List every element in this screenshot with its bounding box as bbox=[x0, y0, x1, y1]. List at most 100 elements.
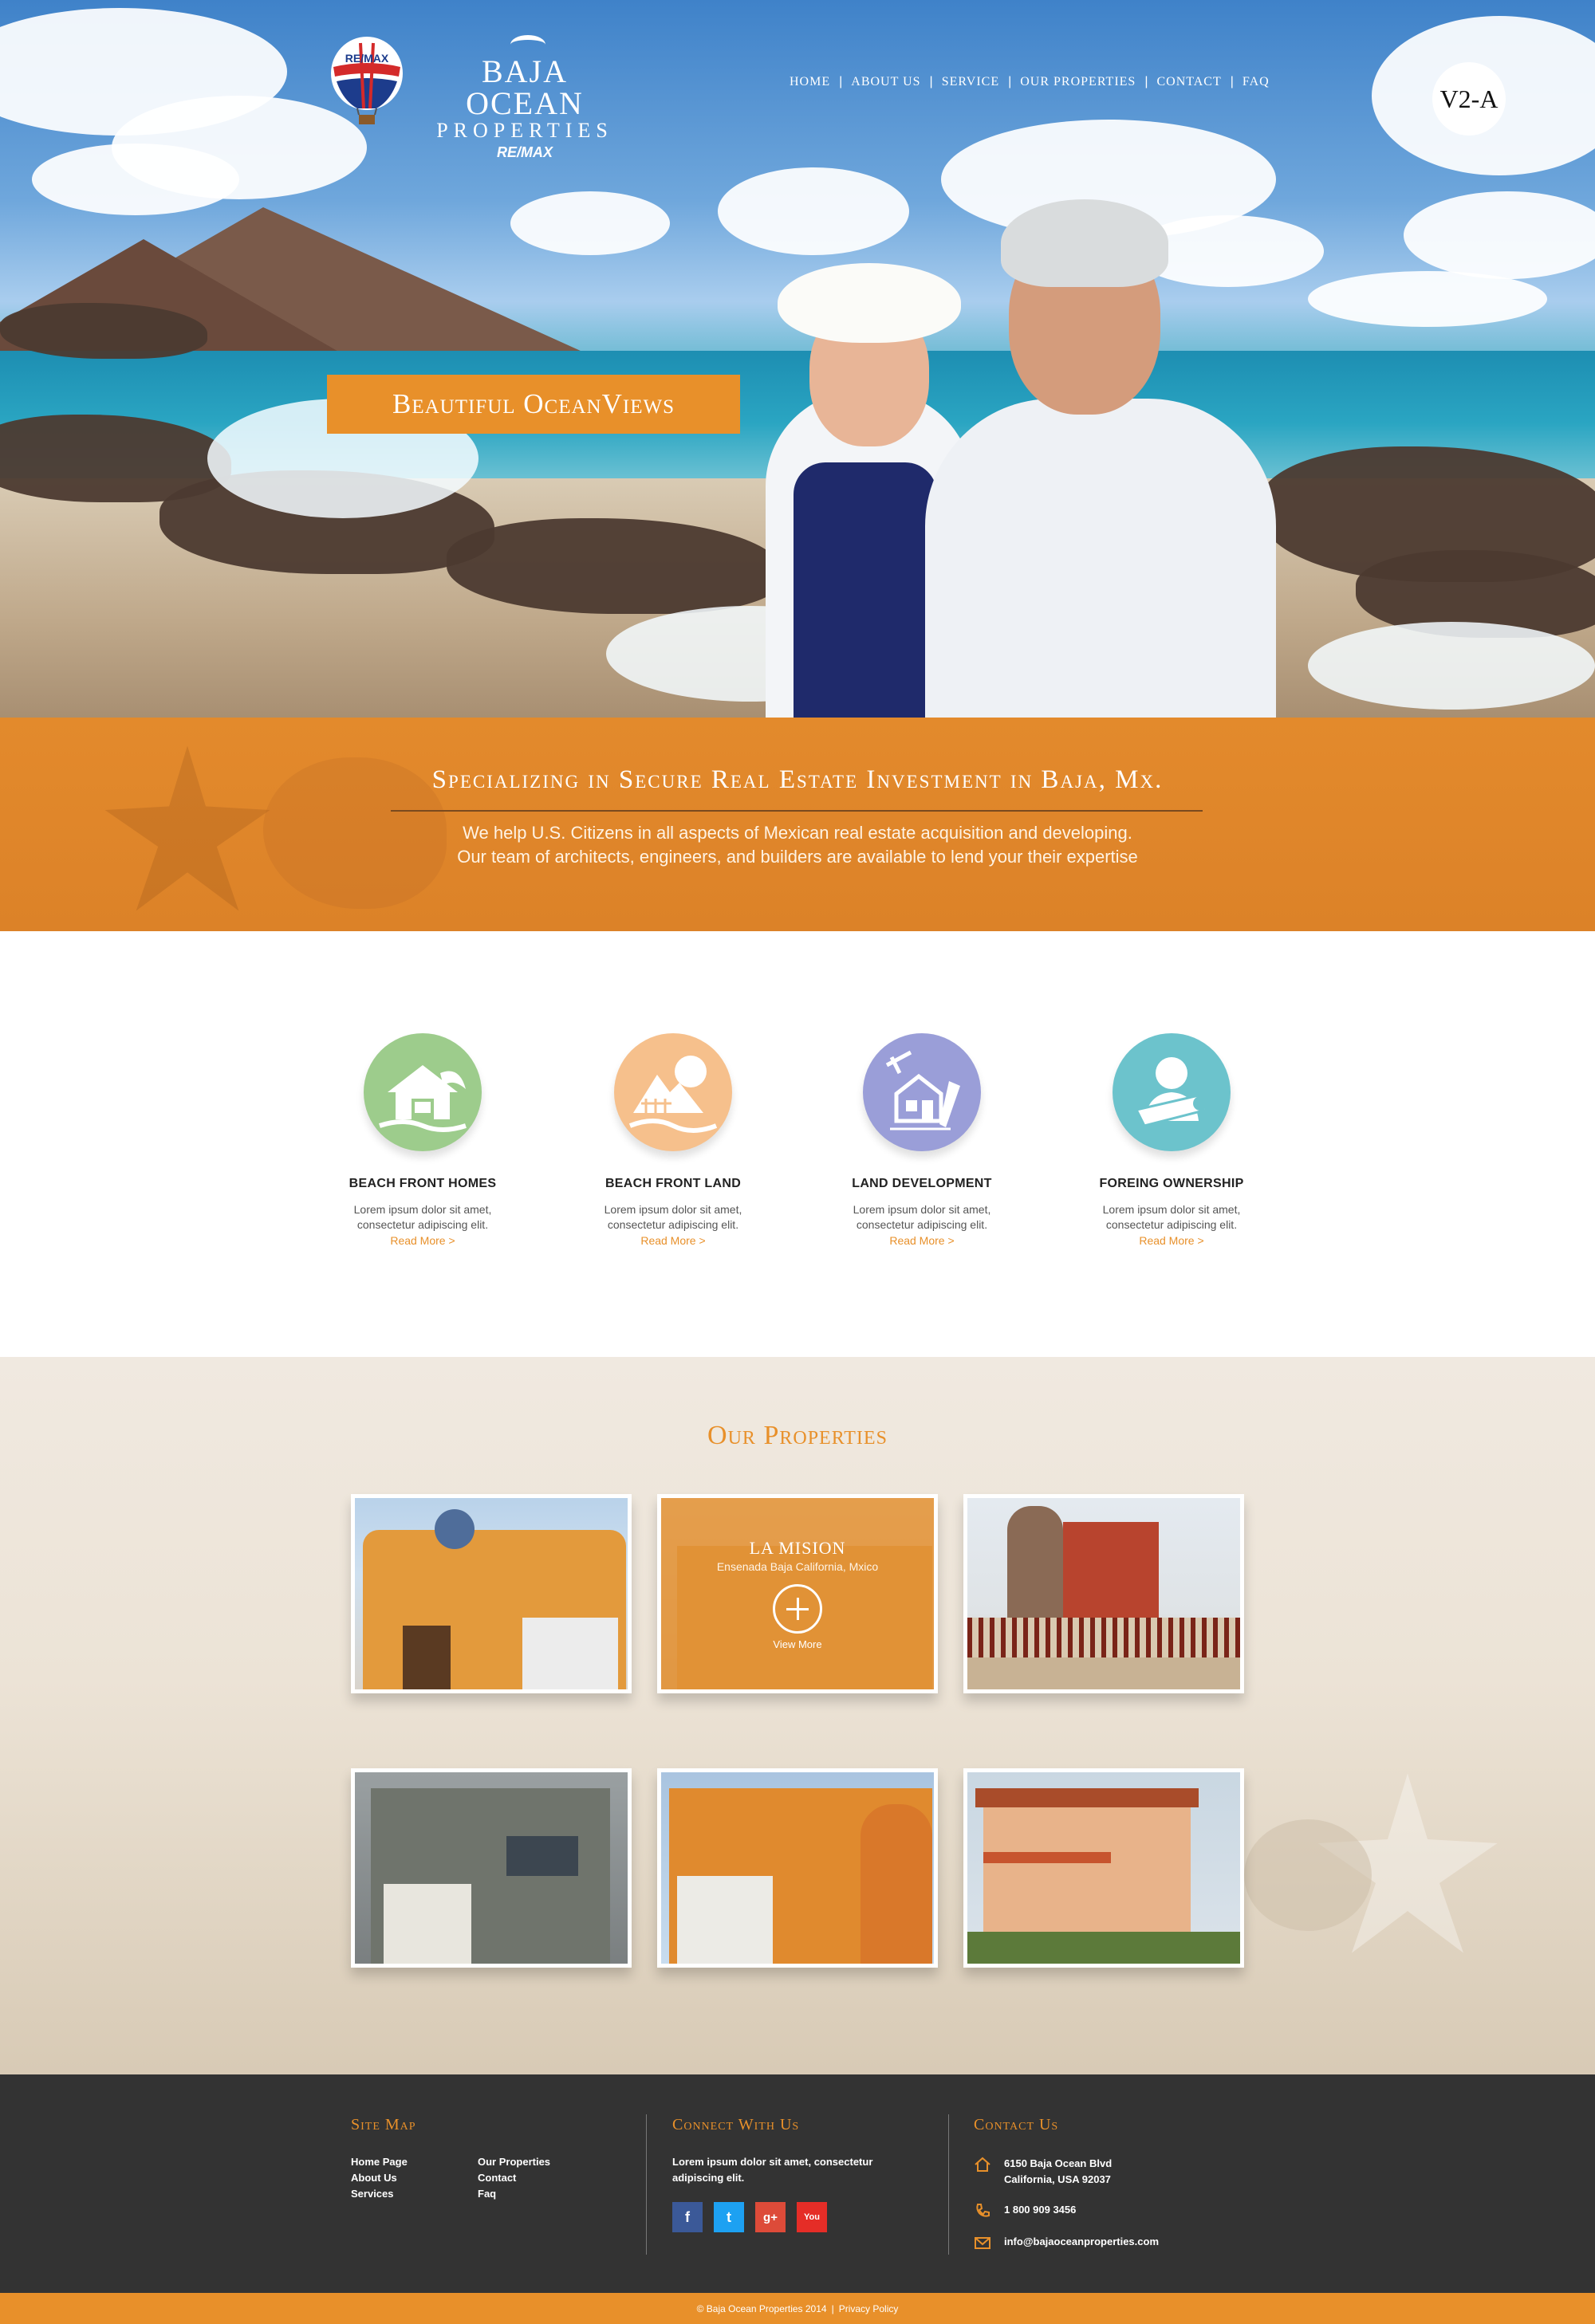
remax-balloon-logo[interactable]: RE/MAX bbox=[329, 35, 405, 131]
logo-line-2: PROPERTIES bbox=[436, 119, 613, 142]
hero-banner: Beautiful OceanViews bbox=[327, 375, 740, 434]
copyright-text: © Baja Ocean Properties 2014 bbox=[696, 2302, 827, 2314]
footer-link-about-us[interactable]: About Us bbox=[351, 2170, 408, 2186]
service-description-line: Lorem ipsum dolor sit amet, bbox=[353, 1203, 492, 1216]
cloud bbox=[1308, 271, 1547, 327]
facebook-icon[interactable]: f bbox=[672, 2202, 703, 2232]
nav-home[interactable]: HOME bbox=[790, 75, 830, 89]
copyright-separator: | bbox=[831, 2302, 834, 2314]
footer-link-home-page[interactable]: Home Page bbox=[351, 2154, 408, 2170]
property-hover-overlay[interactable]: LA MISION Ensenada Baja California, Mxic… bbox=[661, 1498, 934, 1689]
nav-our-properties[interactable]: OUR PROPERTIES bbox=[1020, 75, 1136, 89]
contact-heading: Contact Us bbox=[974, 2116, 1059, 2133]
service-title: FOREING OWNERSHIP bbox=[1099, 1177, 1244, 1190]
garage-door bbox=[677, 1876, 773, 1964]
blueprint-icon bbox=[885, 1050, 960, 1131]
main-nav: HOME | ABOUT US | SERVICE | OUR PROPERTI… bbox=[790, 75, 1270, 89]
service-land-development: LAND DEVELOPMENT Lorem ipsum dolor sit a… bbox=[810, 1033, 1034, 1249]
read-more-link[interactable]: Read More > bbox=[561, 1233, 785, 1249]
address-text: 6150 Baja Ocean Blvd California, USA 920… bbox=[1004, 2156, 1112, 2188]
red-house bbox=[1063, 1522, 1159, 1634]
nav-separator: | bbox=[929, 75, 933, 88]
nav-service[interactable]: SERVICE bbox=[942, 75, 999, 89]
email-link[interactable]: info@bajaoceanproperties.com bbox=[1004, 2234, 1159, 2250]
footer-link-our-properties[interactable]: Our Properties bbox=[478, 2154, 550, 2170]
property-location: Ensenada Baja California, Mxico bbox=[716, 1560, 879, 1573]
lawn bbox=[967, 1932, 1240, 1964]
property-card[interactable] bbox=[657, 1768, 938, 1968]
man-hair bbox=[1001, 199, 1168, 287]
read-more-link[interactable]: Read More > bbox=[810, 1233, 1034, 1249]
address-line-1: 6150 Baja Ocean Blvd bbox=[1004, 2157, 1113, 2169]
privacy-policy-link[interactable]: Privacy Policy bbox=[839, 2303, 899, 2314]
youtube-icon[interactable]: You bbox=[797, 2202, 827, 2232]
service-description: Lorem ipsum dolor sit amet, consectetur … bbox=[810, 1202, 1034, 1249]
property-card[interactable] bbox=[351, 1494, 632, 1693]
social-links: f t g+ You bbox=[672, 2202, 827, 2232]
service-circle[interactable] bbox=[614, 1033, 732, 1151]
round-tower bbox=[861, 1804, 932, 1964]
copyright-bar: © Baja Ocean Properties 2014 | Privacy P… bbox=[0, 2293, 1595, 2324]
footer-link-services[interactable]: Services bbox=[351, 2186, 408, 2202]
service-description-line: Lorem ipsum dolor sit amet, bbox=[604, 1203, 742, 1216]
man-sweater bbox=[925, 399, 1276, 718]
service-circle[interactable] bbox=[364, 1033, 482, 1151]
beach-land-icon bbox=[628, 1056, 718, 1133]
service-title: BEACH FRONT HOMES bbox=[349, 1177, 497, 1190]
twitter-icon[interactable]: t bbox=[714, 2202, 744, 2232]
view-more-link[interactable]: View More bbox=[661, 1638, 934, 1650]
red-fence bbox=[967, 1618, 1240, 1657]
service-foreign-ownership: FOREING OWNERSHIP Lorem ipsum dolor sit … bbox=[1060, 1033, 1283, 1249]
site-footer: Site Map Home Page About Us Services Our… bbox=[0, 2074, 1595, 2293]
property-card[interactable] bbox=[963, 1494, 1244, 1693]
property-card[interactable] bbox=[963, 1768, 1244, 1968]
read-more-link[interactable]: Read More > bbox=[1060, 1233, 1283, 1249]
stone-tower bbox=[1007, 1506, 1063, 1634]
property-card[interactable] bbox=[351, 1768, 632, 1968]
intro-band: Specializing in Secure Real Estate Inves… bbox=[0, 718, 1595, 931]
footer-link-faq[interactable]: Faq bbox=[478, 2186, 550, 2202]
garage-door bbox=[522, 1618, 618, 1689]
footer-sitemap: Site Map bbox=[351, 2116, 416, 2134]
balloon-icon: RE/MAX bbox=[331, 37, 403, 124]
nav-about-us[interactable]: ABOUT US bbox=[851, 75, 920, 89]
sitemap-heading: Site Map bbox=[351, 2116, 416, 2133]
property-card-featured[interactable]: LA MISION Ensenada Baja California, Mxic… bbox=[657, 1494, 938, 1693]
read-more-link[interactable]: Read More > bbox=[311, 1233, 534, 1249]
mail-icon bbox=[975, 2237, 990, 2249]
service-title: LAND DEVELOPMENT bbox=[852, 1177, 992, 1190]
hero-section: RE/MAX BAJA OCEAN PROPERTIES RE/MAX HOME… bbox=[0, 0, 1595, 718]
properties-section: Our Properties LA MISION Ensenada Baja C… bbox=[0, 1357, 1595, 2074]
phone-icon bbox=[976, 2204, 990, 2217]
footer-link-contact[interactable]: Contact bbox=[478, 2170, 550, 2186]
tile-roof bbox=[975, 1788, 1199, 1807]
connect-text: Lorem ipsum dolor sit amet, consectetur … bbox=[672, 2156, 873, 2184]
woman-hat bbox=[778, 263, 961, 343]
site-logo[interactable]: BAJA OCEAN PROPERTIES RE/MAX bbox=[421, 56, 628, 161]
nav-faq[interactable]: FAQ bbox=[1243, 75, 1270, 89]
phone-text[interactable]: 1 800 909 3456 bbox=[1004, 2202, 1076, 2218]
seashell-decoration bbox=[1244, 1819, 1372, 1931]
nav-contact[interactable]: CONTACT bbox=[1156, 75, 1221, 89]
service-description-line: consectetur adipiscing elit. bbox=[856, 1218, 988, 1231]
door bbox=[403, 1626, 451, 1689]
properties-heading: Our Properties bbox=[707, 1421, 888, 1450]
footer-divider bbox=[646, 2114, 647, 2255]
contact-address: 6150 Baja Ocean Blvd California, USA 920… bbox=[974, 2156, 1112, 2188]
intro-line-1: We help U.S. Citizens in all aspects of … bbox=[463, 823, 1132, 843]
contact-phone: 1 800 909 3456 bbox=[974, 2202, 1076, 2220]
service-circle[interactable] bbox=[863, 1033, 981, 1151]
service-circle[interactable] bbox=[1113, 1033, 1231, 1151]
logo-line-1: BAJA OCEAN bbox=[466, 53, 584, 121]
intro-heading: Specializing in Secure Real Estate Inves… bbox=[431, 765, 1164, 794]
connect-heading: Connect With Us bbox=[672, 2116, 800, 2133]
google-plus-icon[interactable]: g+ bbox=[755, 2202, 786, 2232]
starfish-icon bbox=[104, 745, 270, 911]
nav-separator: | bbox=[1230, 75, 1234, 88]
cloud bbox=[32, 144, 239, 215]
balcony bbox=[983, 1852, 1111, 1863]
dirt-ground bbox=[967, 1657, 1240, 1689]
plus-icon[interactable] bbox=[773, 1584, 822, 1634]
footer-divider bbox=[948, 2114, 949, 2255]
wave-foam bbox=[1308, 622, 1595, 710]
